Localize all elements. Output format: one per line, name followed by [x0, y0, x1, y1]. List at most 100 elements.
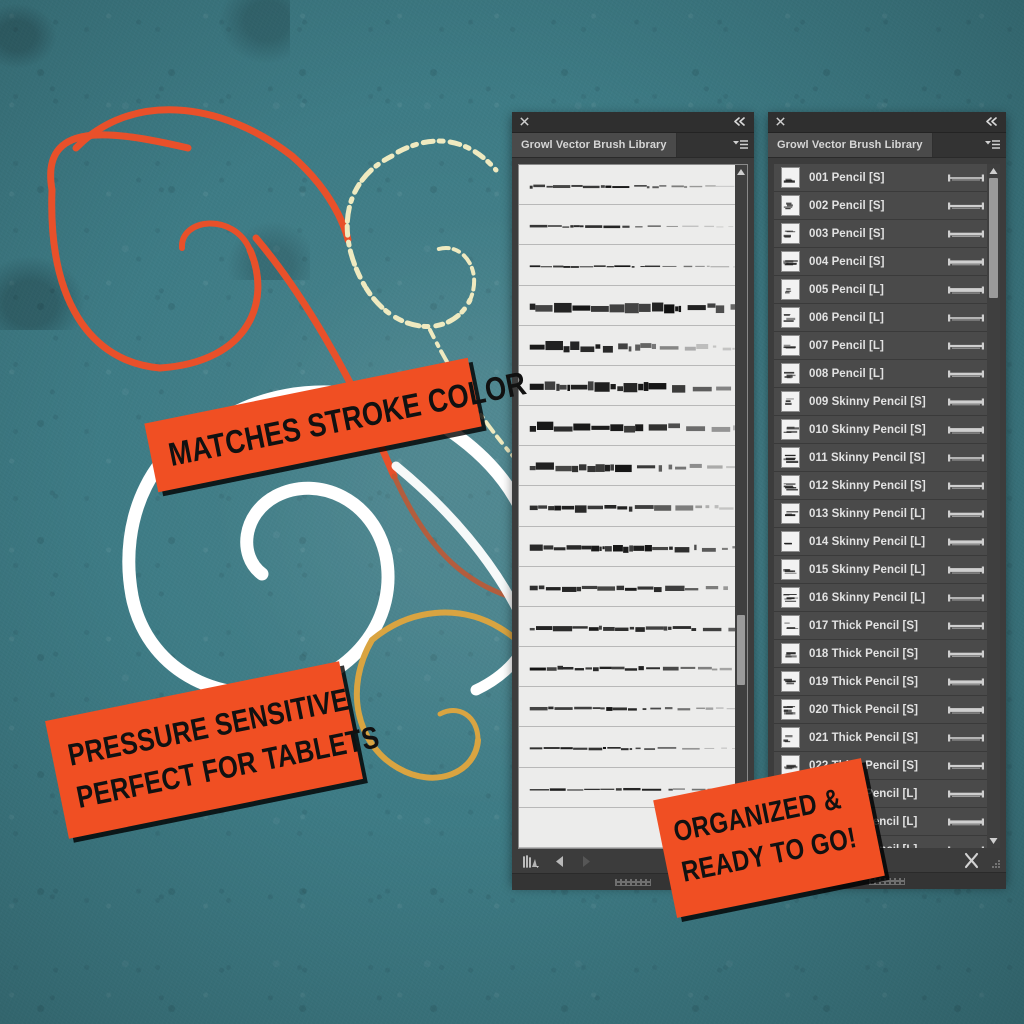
stroke-preview-panel[interactable]: Growl Vector Brush Library [512, 112, 754, 890]
panel-menu-icon[interactable] [985, 139, 1000, 151]
resize-grip-icon[interactable] [991, 859, 1001, 869]
brush-list-item[interactable]: 010 Skinny Pencil [S] [774, 416, 1000, 444]
brush-stroke-preview [529, 184, 735, 189]
art-brush-glyph-icon [948, 594, 984, 601]
brush-list-item[interactable]: 008 Pencil [L] [774, 360, 1000, 388]
brush-thumbnail-icon [781, 195, 800, 216]
stroke-preview-row[interactable] [519, 567, 747, 607]
delete-brush-icon[interactable] [963, 852, 980, 869]
resize-grip-icon[interactable] [615, 879, 651, 886]
brush-name-label: 006 Pencil [L] [809, 311, 884, 324]
brush-list[interactable]: 001 Pencil [S] 002 Pencil [S] 003 Pencil [… [774, 164, 1000, 848]
brush-list-item[interactable]: 018 Thick Pencil [S] [774, 640, 1000, 668]
brush-name-label: 005 Pencil [L] [809, 283, 884, 296]
art-brush-glyph-icon [948, 678, 984, 685]
brush-thumbnail-icon [781, 335, 800, 356]
brush-list-item[interactable]: 009 Skinny Pencil [S] [774, 388, 1000, 416]
stroke-panel-titlebar[interactable] [512, 112, 754, 133]
brush-list-item[interactable]: 017 Thick Pencil [S] [774, 612, 1000, 640]
brush-stroke-preview [529, 381, 732, 393]
scroll-up-arrow-icon[interactable] [736, 167, 746, 177]
panel-menu-icon[interactable] [733, 139, 748, 151]
brush-list-item[interactable]: 001 Pencil [S] [774, 164, 1000, 192]
brush-libraries-menu-icon[interactable] [522, 854, 540, 869]
stroke-panel-tabs[interactable]: Growl Vector Brush Library [512, 133, 754, 158]
brush-thumbnail-icon [781, 419, 800, 440]
next-arrow-icon[interactable] [580, 855, 592, 868]
library-panel-tabs[interactable]: Growl Vector Brush Library [768, 133, 1006, 158]
stroke-preview-row[interactable] [519, 607, 747, 648]
tab-growl-vector-brush-library[interactable]: Growl Vector Brush Library [512, 133, 677, 157]
brush-list-item[interactable]: 003 Pencil [S] [774, 220, 1000, 248]
stroke-panel-scrollbar[interactable] [735, 165, 747, 848]
art-brush-glyph-icon [948, 566, 984, 574]
art-brush-glyph-icon [948, 426, 984, 434]
art-brush-glyph-icon [948, 650, 984, 657]
brush-list-item[interactable]: 021 Thick Pencil [S] [774, 724, 1000, 752]
stroke-preview-row[interactable] [519, 446, 747, 487]
brush-list-item[interactable]: 006 Pencil [L] [774, 304, 1000, 332]
art-brush-glyph-icon [948, 398, 984, 405]
brush-thumbnail-icon [781, 671, 800, 692]
brush-name-label: 003 Pencil [S] [809, 227, 885, 240]
art-brush-glyph-icon [948, 342, 984, 349]
stroke-preview-row[interactable] [519, 727, 747, 768]
scrollbar-thumb[interactable] [737, 615, 745, 685]
art-brush-glyph-icon [948, 286, 984, 294]
close-icon[interactable] [519, 116, 530, 127]
brush-thumbnail-icon [781, 279, 800, 300]
brush-stroke-preview [529, 706, 738, 712]
brush-thumbnail-icon [781, 447, 800, 468]
brush-list-item[interactable]: 019 Thick Pencil [S] [774, 668, 1000, 696]
stroke-preview-row[interactable] [519, 205, 747, 246]
brush-name-label: 021 Thick Pencil [S] [809, 731, 919, 744]
stroke-preview-row[interactable] [519, 286, 747, 326]
art-brush-glyph-icon [948, 202, 984, 209]
brush-list-item[interactable]: 007 Pencil [L] [774, 332, 1000, 360]
resize-grip-icon[interactable] [869, 878, 905, 885]
stroke-preview-row[interactable] [519, 687, 747, 728]
brush-list-item[interactable]: 016 Skinny Pencil [L] [774, 584, 1000, 612]
double-chevron-left-icon[interactable] [732, 116, 748, 127]
brush-library-panel[interactable]: Growl Vector Brush Library 001 Pencil [S… [768, 112, 1006, 889]
brush-list-item[interactable]: 002 Pencil [S] [774, 192, 1000, 220]
art-brush-glyph-icon [948, 454, 984, 461]
scroll-down-arrow-icon[interactable] [988, 836, 999, 846]
double-chevron-left-icon[interactable] [984, 116, 1000, 127]
stroke-preview-row[interactable] [519, 406, 747, 447]
brush-name-label: 007 Pencil [L] [809, 339, 884, 352]
art-brush-glyph-icon [948, 230, 984, 237]
scroll-up-arrow-icon[interactable] [988, 166, 999, 176]
brush-list-item[interactable]: 005 Pencil [L] [774, 276, 1000, 304]
brush-list-item[interactable]: 011 Skinny Pencil [S] [774, 444, 1000, 472]
stroke-preview-list[interactable] [518, 164, 748, 849]
brush-list-item[interactable]: 013 Skinny Pencil [L] [774, 500, 1000, 528]
stroke-preview-row[interactable] [519, 326, 747, 366]
brush-stroke-preview [529, 421, 747, 433]
brush-list-scrollbar[interactable] [987, 164, 1000, 848]
art-brush-glyph-icon [948, 734, 984, 741]
previous-arrow-icon[interactable] [554, 855, 566, 868]
tab-growl-vector-brush-library-2[interactable]: Growl Vector Brush Library [768, 133, 933, 157]
brush-name-label: 017 Thick Pencil [S] [809, 619, 919, 632]
stroke-preview-row[interactable] [519, 647, 747, 688]
brush-list-item[interactable]: 004 Pencil [S] [774, 248, 1000, 276]
brush-name-label: 011 Skinny Pencil [S] [809, 451, 926, 464]
stroke-preview-row[interactable] [519, 486, 747, 527]
brush-list-item[interactable]: 014 Skinny Pencil [L] [774, 528, 1000, 556]
stroke-preview-row[interactable] [519, 245, 747, 286]
art-brush-glyph-icon [948, 790, 984, 797]
close-icon[interactable] [775, 116, 786, 127]
library-panel-titlebar[interactable] [768, 112, 1006, 133]
stroke-preview-row[interactable] [519, 165, 747, 206]
stroke-preview-row[interactable] [519, 527, 747, 567]
brush-thumbnail-icon [781, 615, 800, 636]
brush-list-item[interactable]: 020 Thick Pencil [S] [774, 696, 1000, 724]
brush-list-item[interactable]: 015 Skinny Pencil [L] [774, 556, 1000, 584]
art-brush-glyph-icon [948, 258, 984, 265]
art-brush-glyph-icon [948, 370, 984, 377]
brush-list-item[interactable]: 012 Skinny Pencil [S] [774, 472, 1000, 500]
art-brush-glyph-icon [948, 482, 984, 489]
stroke-preview-row[interactable] [519, 366, 747, 407]
scrollbar-thumb[interactable] [989, 178, 998, 298]
